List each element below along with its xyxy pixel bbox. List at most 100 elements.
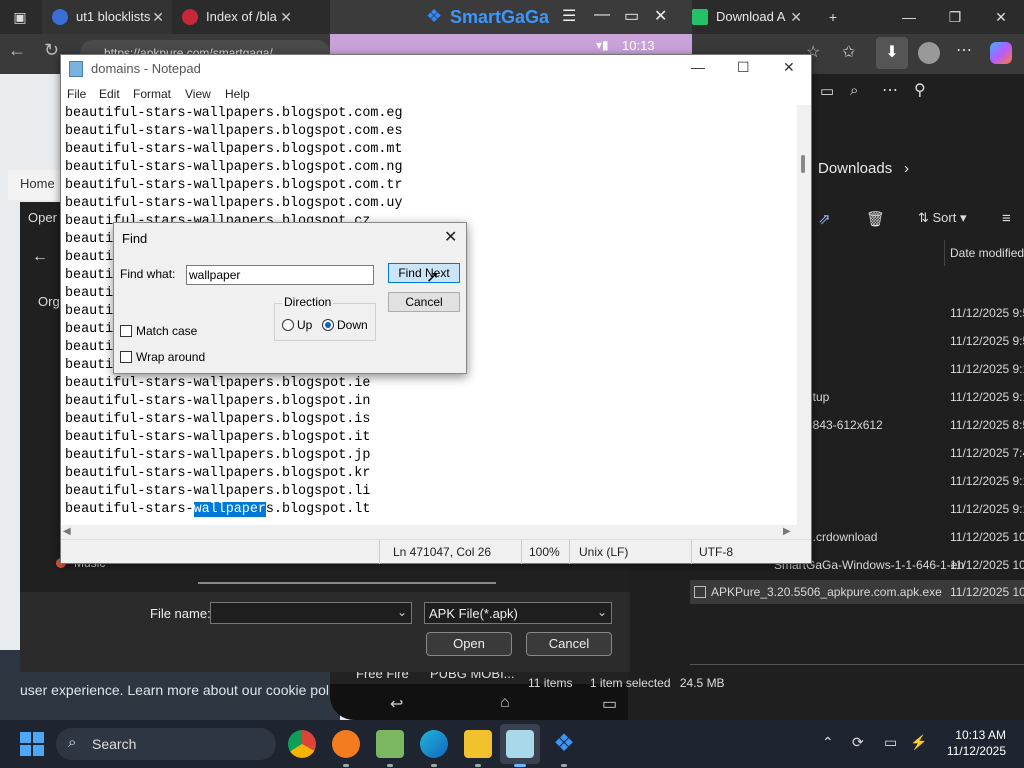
divider [521,540,522,564]
apkpure-icon [692,9,708,25]
edge-icon[interactable] [420,730,448,758]
cancel-button[interactable]: Cancel [388,292,460,312]
text-line: beauti [65,304,114,319]
horizontal-scrollbar[interactable]: ◀ ▶ [61,525,811,539]
running-indicator [514,764,526,767]
tab-index-of-bla[interactable]: Index of /bla ✕ [172,0,300,34]
downloads-icon[interactable]: ⬇ [876,37,908,69]
file-explorer-icon[interactable] [464,730,492,758]
home-link[interactable]: Home [20,176,55,191]
chevron-down-icon[interactable]: ⌄ [397,605,407,619]
file-date: 11/12/2025 10 [950,585,1024,599]
notepad-plus-icon[interactable] [376,730,404,758]
close-tab-icon[interactable]: ✕ [790,0,802,34]
back-icon[interactable]: ← [8,40,32,64]
menu-edit[interactable]: Edit [99,87,120,101]
android-home-icon[interactable]: ⌂ [500,694,510,712]
delete-icon[interactable]: 🗑 [866,210,885,228]
wrap-around-checkbox[interactable] [120,351,132,363]
minimize-icon[interactable]: — [691,59,705,75]
android-back-icon[interactable]: ↩ [390,694,403,714]
back-icon[interactable]: ← [32,248,48,266]
text-line: beautiful-stars-wallpapers.blogspot.kr [65,466,371,481]
sync-icon[interactable]: ⟳ [852,734,864,751]
tab-ut1-blocklists[interactable]: ut1 blocklists ✕ [42,0,172,34]
menu-help[interactable]: Help [225,87,250,101]
clock-time[interactable]: 10:13 AM [950,728,1006,742]
close-icon[interactable]: ✕ [978,0,1024,34]
scroll-right-icon[interactable]: ▶ [783,526,791,537]
close-icon[interactable]: ✕ [654,6,667,26]
breadcrumb-chevron-icon[interactable]: › [904,160,909,177]
match-case-checkbox[interactable] [120,325,132,337]
direction-up-radio[interactable] [282,319,294,331]
search-box[interactable]: ⌕ Search [56,728,276,760]
view-icon[interactable]: ≡ [1002,210,1011,227]
file-name[interactable]: 5843-612x612 [806,418,883,432]
minimize-icon[interactable]: — [886,0,932,34]
list-item-selected[interactable]: APKPure_3.20.5506_apkpure.com.apk.exe 11… [690,580,1024,604]
maximize-icon[interactable]: ☐ [737,59,750,76]
breadcrumb[interactable]: Downloads [818,160,892,177]
scroll-thumb[interactable] [801,155,805,173]
favorites-icon[interactable]: ✩ [842,42,855,62]
file-name-input[interactable]: ⌄ [210,602,412,624]
text-line: beautiful-stars-wallpapers.blogspot.in [65,394,371,409]
smartgaga-icon[interactable]: ❖ [550,730,578,758]
scroll-left-icon[interactable]: ◀ [63,526,71,537]
menu-file[interactable]: File [67,87,86,101]
close-tab-icon[interactable]: ✕ [152,0,164,34]
cancel-button[interactable]: Cancel [526,632,612,656]
menu-icon[interactable]: ☰ [562,6,576,26]
column-date-modified[interactable]: Date modified [950,246,1024,260]
profile-avatar[interactable] [918,42,940,64]
dialog-footer: File name: ⌄ APK File(*.apk) ⌄ Open Canc… [20,592,630,672]
network-icon[interactable]: ⚡ [910,734,927,751]
smartgaga-title: SmartGaGa [450,7,550,27]
search-icon[interactable]: ⌕ [850,82,858,99]
tab-actions-icon[interactable]: ▣ [0,0,40,34]
clock-date[interactable]: 11/12/2025 [940,744,1006,758]
monitor-icon[interactable]: ▭ [884,734,897,751]
pin-icon[interactable]: ⚲ [914,80,926,100]
radio-dot [325,322,331,328]
menu-format[interactable]: Format [133,87,171,101]
text-line: beautiful-stars-wallpapers.blogspot.com.… [65,196,403,211]
divider [690,664,1024,665]
tab-download-apkpure[interactable]: Download A ✕ [682,0,810,34]
more-icon[interactable]: ⋯ [882,80,898,100]
menu-view[interactable]: View [185,87,211,101]
copilot-icon[interactable] [990,42,1012,64]
new-folder-icon[interactable]: ▭ [820,82,834,100]
show-hidden-icons[interactable]: ⌃ [822,734,834,751]
taskbar: ⌕ Search ❖ ⌃ ⟳ ▭ ⚡ 10:13 AM 11/12/2025 [0,720,1024,768]
chrome-icon[interactable] [288,730,316,758]
dialog-title: Find [122,231,148,246]
open-button[interactable]: Open [426,632,512,656]
file-type-select[interactable]: APK File(*.apk) ⌄ [424,602,612,624]
more-icon[interactable]: ⋯ [956,40,972,60]
line-ending: Unix (LF) [579,545,629,559]
android-recents-icon[interactable]: ▭ [602,694,617,714]
close-icon[interactable]: ✕ [783,59,795,76]
new-tab-icon[interactable]: + [810,0,856,34]
notepad-icon[interactable] [506,730,534,758]
file-name[interactable]: 2.crdownload [806,530,877,544]
close-tab-icon[interactable]: ✕ [280,0,292,34]
maximize-icon[interactable]: ▭ [624,6,639,26]
status-bar: 11 items 1 item selected 24.5 MB [528,676,725,690]
find-next-button[interactable]: Find Next [388,263,460,283]
scrollbar[interactable] [198,582,496,584]
app-icon[interactable] [332,730,360,758]
close-icon[interactable]: ✕ [444,227,457,247]
direction-down-radio[interactable] [322,319,334,331]
share-icon[interactable]: ⇗ [818,210,831,228]
maximize-icon[interactable]: ❐ [932,0,978,34]
sort-button[interactable]: ⇅ Sort ▾ [918,210,967,226]
file-date: 11/12/2025 9:1 [950,502,1024,516]
find-what-input[interactable]: wallpaper [186,265,374,285]
text-line: beautiful-stars-wallpapers.blogspot.it [65,430,371,445]
vertical-scrollbar[interactable] [797,105,811,525]
start-icon[interactable] [20,732,44,756]
minimize-icon[interactable]: — [594,6,610,24]
